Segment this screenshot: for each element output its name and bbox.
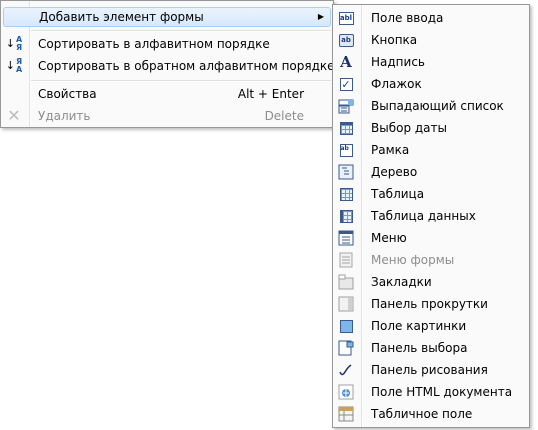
submenu-item-label: Поле ввода [371,11,444,25]
menu-item-label: Сортировать в алфавитном порядке [38,37,270,51]
submenu-item-table[interactable]: Таблица [335,184,527,204]
submenu-item-label: Табличное поле [371,407,473,421]
menu-icon [338,230,354,246]
submenu-item-label: Флажок [371,77,422,91]
menu-item-add-form-element[interactable]: Добавить элемент формы ▶ [3,7,331,27]
menu-item-sort-ascending[interactable]: ↓ А Я Сортировать в алфавитном порядке [3,34,331,54]
submenu-item-label: Таблица данных [371,209,476,223]
submenu-item-label: Панель прокрутки [371,297,488,311]
dropdown-icon [338,98,354,114]
submenu-item-label: Панель выбора [371,341,468,355]
submenu-item-dropdown[interactable]: Выпадающий список [335,96,527,116]
menu-item-shortcut: Delete [264,109,304,123]
submenu-item-date-picker[interactable]: Выбор даты [335,118,527,138]
menu-item-properties[interactable]: Свойства Alt + Enter [3,84,331,104]
submenu-item-label: Таблица [371,187,425,201]
submenu-item-label: Рамка [371,143,410,157]
submenu-item-label: Надпись [371,55,425,69]
menu-item-label: Добавить элемент формы [39,10,204,24]
submenu-item-label: Закладки [371,275,432,289]
submenu-item-tree[interactable]: Дерево [335,162,527,182]
submenu-item-label: Поле HTML документа [371,385,513,399]
submenu-item-label: Панель рисования [371,363,488,377]
submenu-item-scrollbar[interactable]: Панель прокрутки [335,294,527,314]
submenu-item-picture[interactable]: Поле картинки [335,316,527,336]
form-menu-icon [338,252,354,268]
menu-item-label: Сортировать в обратном алфавитном порядк… [38,59,335,73]
submenu-item-tabs[interactable]: Закладки [335,272,527,292]
menu-item-label: Удалить [38,109,91,123]
submenu-item-label: Поле картинки [371,319,467,333]
submenu-item-label: Меню [371,231,407,245]
submenu-item-drawing-panel[interactable]: Панель рисования [335,360,527,380]
submenu-item-label: Выпадающий список [371,99,504,113]
submenu-item-spreadsheet-field[interactable]: Табличное поле [335,404,527,424]
selection-panel-icon [338,340,354,356]
submenu-item-label: Дерево [371,165,418,179]
menu-item-delete[interactable]: ✕ Удалить Delete [3,106,331,126]
submenu-item-html-document[interactable]: Поле HTML документа [335,382,527,402]
table-icon [338,186,354,202]
menu-separator [31,80,331,82]
frame-icon: ab [338,142,354,158]
submenu-item-form-menu[interactable]: Меню формы [335,250,527,270]
label-icon: A [340,53,352,71]
textbox-icon: abl [338,10,354,26]
button-icon: ab [338,32,354,48]
submenu-item-textbox[interactable]: abl Поле ввода [335,8,527,28]
delete-icon: ✕ [7,106,21,125]
checkbox-icon: ✓ [339,77,353,91]
calendar-icon [338,120,354,136]
menu-item-sort-descending[interactable]: ↓ Я А Сортировать в обратном алфавитном по… [3,56,335,76]
submenu-item-selection-panel[interactable]: Панель выбора [335,338,527,358]
sort-ascending-icon: ↓ А Я [5,35,23,52]
tree-icon [338,164,354,180]
submenu-item-button[interactable]: ab Кнопка [335,30,527,50]
submenu-item-label: Кнопка [371,33,418,47]
submenu-item-frame[interactable]: ab Рамка [335,140,527,160]
scrollbar-icon [338,296,354,312]
submenu-item-checkbox[interactable]: ✓ Флажок [335,74,527,94]
tabs-icon [338,274,354,290]
html-field-icon [338,384,354,400]
add-form-element-submenu: abl Поле ввода ab Кнопка A Надпись ✓ Фла… [332,4,530,428]
submenu-item-label: Меню формы [371,253,455,267]
context-menu: Добавить элемент формы ▶ ↓ А Я Сортировать… [0,0,335,128]
menu-item-label: Свойства [38,87,97,101]
drawing-icon [338,362,354,378]
submenu-item-label: Выбор даты [371,121,447,135]
submenu-arrow-icon: ▶ [317,12,324,21]
submenu-item-data-table[interactable]: Таблица данных [335,206,527,226]
datatable-icon [338,208,354,224]
menu-item-shortcut: Alt + Enter [237,87,304,101]
sort-descending-icon: ↓ Я А [5,57,23,74]
submenu-item-label-control[interactable]: A Надпись [335,52,527,72]
spreadsheet-icon [338,406,354,422]
submenu-item-menu[interactable]: Меню [335,228,527,248]
picture-icon [338,318,354,334]
menu-separator [31,30,331,32]
